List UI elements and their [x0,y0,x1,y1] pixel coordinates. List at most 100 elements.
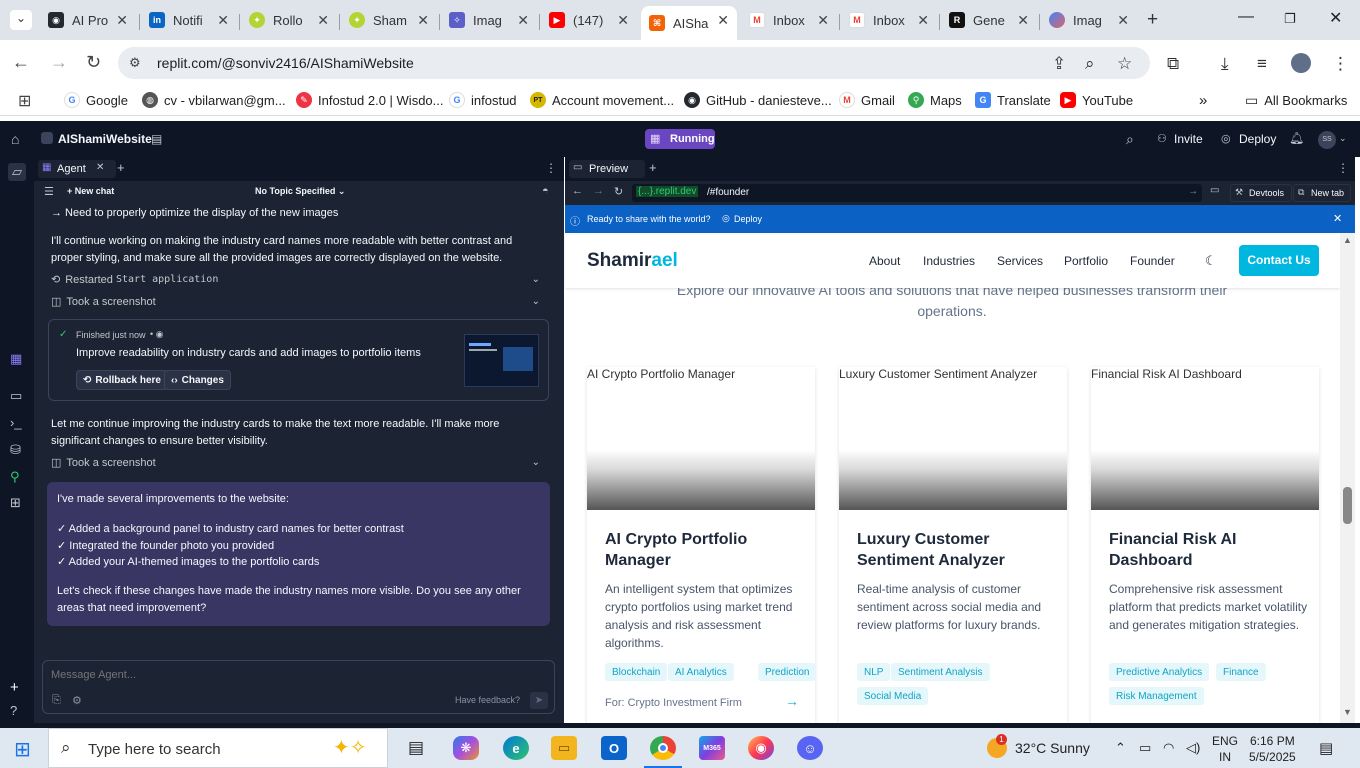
preview-url-field[interactable]: {...}.replit.dev /#founder → [632,184,1202,202]
invite-button[interactable]: ⚇ Invite [1151,127,1208,151]
moon-icon[interactable]: ☾ [1205,253,1217,269]
reload-icon[interactable]: ↻ [614,185,623,198]
task-view-icon[interactable]: ▤ [403,736,429,760]
reload-icon[interactable]: ↻ [86,52,101,73]
weather-text[interactable]: 32°C Sunny [1015,740,1090,756]
chrome-icon[interactable] [650,736,676,760]
browser-tab[interactable]: Imag ✕ [1041,6,1137,34]
all-tools-icon[interactable]: ⊞ [10,495,21,511]
tab-agent[interactable]: ▦ Agent ✕ [38,160,116,178]
bookmark-item[interactable]: G Translate [975,92,1051,108]
bookmark-item[interactable]: ✎ Infostud 2.0 | Wisdo... [296,92,444,108]
arrow-right-icon[interactable]: → [785,693,799,709]
files-icon[interactable]: ▱ [8,163,26,181]
browser-tab[interactable]: ✧ Imag ✕ [441,6,537,34]
user-avatar[interactable]: SS [1318,131,1336,149]
close-icon[interactable]: ✕ [417,12,429,29]
firefox-icon[interactable]: ◉ [748,736,774,760]
speed-icon[interactable]: ◓ [542,185,549,197]
restore-icon[interactable]: ❐ [1284,11,1296,27]
close-icon[interactable]: ✕ [517,12,529,29]
nav-industries[interactable]: Industries [923,254,975,268]
banner-deploy-button[interactable]: ◎ Deploy [720,210,768,228]
agent-input-box[interactable]: ⎘ ⚙ Have feedback? ➤ [42,660,555,714]
feedback-link[interactable]: Have feedback? [455,695,520,705]
bookmark-item[interactable]: ◉ GitHub - daniesteve... [684,92,832,108]
site-info-icon[interactable]: ⚙ [129,55,141,71]
browser-tab[interactable]: ✦ Rollo ✕ [241,6,337,34]
close-icon[interactable]: ✕ [116,12,128,29]
history-menu-icon[interactable]: ☰ [44,185,54,198]
chevron-up-icon[interactable]: ⌃ [1115,740,1126,756]
taskbar-search-box[interactable]: ⌕ Type here to search ✦✧ [48,728,388,768]
extensions-icon[interactable]: ⧉ [1167,54,1179,74]
scroll-thumb[interactable] [1343,487,1352,524]
send-button[interactable]: ➤ [530,692,548,709]
project-name[interactable]: AIShamiWebsite [58,132,152,146]
outlook-icon[interactable]: O [601,736,627,760]
agent-grid-icon[interactable]: ▦ [10,351,22,367]
window-close-icon[interactable]: ✕ [1329,8,1342,28]
new-tab-button[interactable]: + [1147,9,1158,31]
screenshot-thumbnail[interactable] [464,334,539,387]
back-arrow-icon[interactable]: ← [12,52,30,73]
chevron-down-icon[interactable]: ⌄ [1339,133,1347,144]
scroll-down-icon[interactable]: ▼ [1343,707,1352,717]
network-tray-icon[interactable]: ▭ [1139,740,1151,756]
url-text[interactable]: replit.com/@sonviv2416/AIShamiWebsite [157,55,414,71]
menu-dots-icon[interactable]: ⋮ [1332,54,1349,74]
close-icon[interactable]: ✕ [917,12,929,29]
new-chat-button[interactable]: + New chat [67,186,114,196]
edge-icon[interactable]: e [503,736,529,760]
search-icon[interactable]: ⌕ [1126,131,1134,148]
bookmark-item[interactable]: Ginfostud [449,92,517,108]
nav-portfolio[interactable]: Portfolio [1064,254,1108,268]
browser-tab[interactable]: ✦ Sham ✕ [341,6,437,34]
new-tab-button[interactable]: ⧉ New tab [1293,184,1351,202]
browser-tab[interactable]: ◉ AI Pro ✕ [40,6,136,34]
preview-scrollbar[interactable]: ▲ ▼ [1340,233,1355,723]
scroll-up-icon[interactable]: ▲ [1343,235,1352,245]
help-icon[interactable]: ? [10,703,17,718]
attach-icon[interactable]: ⎘ [52,694,61,707]
windows-start-icon[interactable]: ⊞ [14,737,31,762]
topic-dropdown[interactable]: No Topic Specified ⌄ [255,186,345,197]
m365-icon[interactable]: M365 [699,736,725,760]
bookmark-item[interactable]: ⚲ Maps [908,92,962,108]
browser-tab[interactable]: in Notifi ✕ [141,6,237,34]
close-icon[interactable]: ✕ [1333,212,1342,225]
database-icon[interactable]: ⛁ [10,442,21,458]
browser-tab[interactable]: R Gene ✕ [941,6,1037,34]
rollback-button[interactable]: ⟲ Rollback here [76,370,168,390]
copilot-icon[interactable]: ❋ [453,736,479,760]
download-icon[interactable]: ⤓ [1221,54,1229,74]
close-icon[interactable]: ✕ [617,12,629,29]
add-tab-icon[interactable]: + [649,160,657,175]
contact-us-button[interactable]: Contact Us [1239,245,1319,276]
file-explorer-icon[interactable]: ▭ [551,736,577,760]
tab-search-button[interactable]: ⌄ [10,10,32,30]
console-icon[interactable]: ▭ [10,388,22,404]
bookmark-item[interactable]: PT Account movement... [530,92,674,108]
message-input[interactable] [51,667,541,683]
devtools-button[interactable]: ⚒ Devtools [1230,184,1292,202]
more-options-icon[interactable]: ⋮ [545,161,557,175]
site-logo[interactable]: Shamirael [587,250,678,272]
action-row-restart[interactable]: ⟲ Restarted Start application ⌄ [51,273,546,287]
weather-sun-icon[interactable]: 1 [987,734,1007,758]
more-options-icon[interactable]: ⋮ [1337,161,1349,175]
secrets-icon[interactable]: ⚲ [10,469,20,485]
settings-icon[interactable]: ⚙ [72,694,82,707]
nav-about[interactable]: About [869,254,900,268]
changes-button[interactable]: ‹› Changes [164,370,231,390]
bookmark-item[interactable]: M Gmail [839,92,895,108]
back-arrow-icon[interactable]: ← [572,185,583,197]
bookmark-star-icon[interactable]: ☆ [1117,54,1132,74]
browser-tab[interactable]: ▶ (147) ✕ [541,6,637,34]
device-icon[interactable]: ▭ [1210,185,1219,196]
zoom-icon[interactable]: ⌕ [1085,54,1095,74]
shell-icon[interactable]: ›_ [10,415,22,430]
action-row-screenshot[interactable]: ◫ Took a screenshot ⌄ [51,295,546,309]
run-status-button[interactable]: ▦ Running [645,129,715,149]
project-menu-icon[interactable]: ▤ [151,132,162,146]
